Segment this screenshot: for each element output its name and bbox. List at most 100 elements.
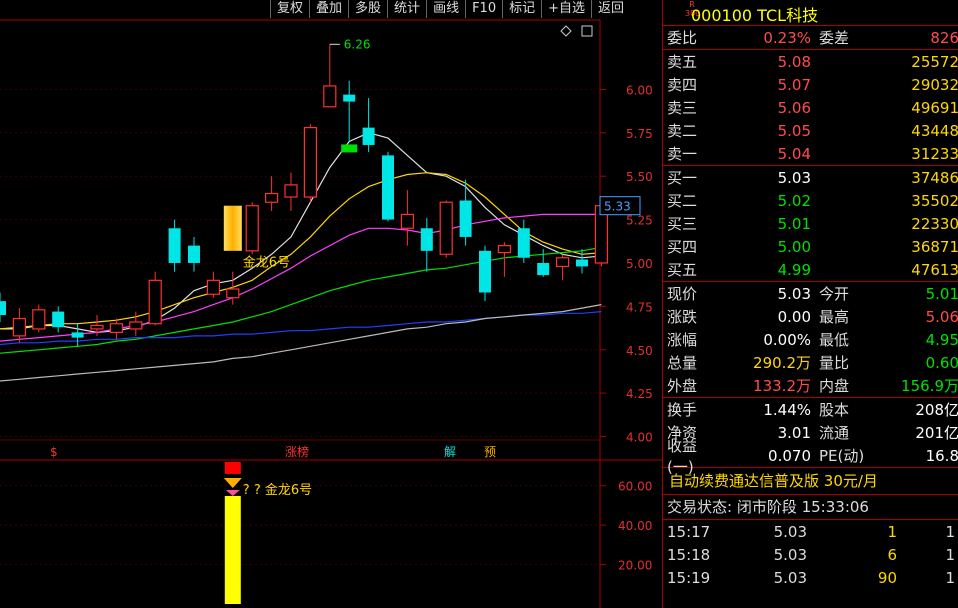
stats1-label2: 最高: [819, 308, 850, 326]
sell-price: 5.06: [777, 98, 811, 117]
stats1-row: 总量 290.2万 量比 0.60: [663, 351, 958, 374]
toolbar-button-2[interactable]: 多股: [348, 0, 387, 18]
stats1-label: 涨幅: [667, 331, 698, 349]
stats1-value2: 0.60: [925, 353, 958, 372]
committee-row: 委比 0.23% 委差 826: [663, 26, 958, 50]
candle-body: [90, 324, 104, 330]
candle-body: [459, 200, 472, 237]
square-icon: [581, 25, 593, 37]
price-tick-label: 5.00: [626, 257, 653, 271]
stats2-value: 1.44%: [763, 400, 811, 419]
candle-body: [206, 279, 220, 295]
sell-label: 卖二: [667, 122, 698, 140]
price-tick-label: 5.25: [626, 214, 653, 228]
stats1-label: 现价: [667, 285, 698, 303]
toolbar-button-0[interactable]: 复权: [270, 0, 309, 18]
stats2-label: 换手: [667, 401, 698, 419]
buy-row: 买三 5.01 22330: [663, 212, 958, 235]
buy-row: 买四 5.00 36871: [663, 235, 958, 258]
price-tick-label: 4.50: [626, 344, 653, 358]
candle-body: [537, 262, 550, 276]
tick-count: 1: [945, 545, 955, 564]
buy-price: 5.02: [777, 191, 811, 210]
stats1-row: 涨幅 0.00% 最低 4.95: [663, 328, 958, 351]
toolbar-button-4[interactable]: 画线: [426, 0, 465, 18]
sell-price: 5.07: [777, 75, 811, 94]
sell-label: 卖四: [667, 76, 698, 94]
candle-body: [400, 213, 414, 229]
kline-chart[interactable]: 6.00 5.75 5.50 5.25 5.00 4.75 4.50 4.25 4.00 60.0…: [0, 0, 662, 608]
candle-body: [109, 323, 124, 333]
candle-body: [497, 245, 511, 254]
buy-volume: 36871: [911, 237, 958, 256]
candle-body: [71, 332, 84, 338]
toolbar-button-8[interactable]: 返回: [591, 0, 630, 18]
sell-row: 卖二 5.05 43448: [663, 119, 958, 142]
sell-volume: 29032: [911, 75, 958, 94]
toolbar-button-3[interactable]: 统计: [387, 0, 426, 18]
sell-volume: 31233: [911, 144, 958, 163]
kline-chart-area[interactable]: 6.00 5.75 5.50 5.25 5.00 4.75 4.50 4.25 4.00 60.0…: [0, 0, 662, 608]
sell-row: 卖三 5.06 49691: [663, 96, 958, 119]
buy-volume: 35502: [911, 191, 958, 210]
toolbar-button-5[interactable]: F10: [465, 0, 502, 18]
tick-time: 15:17: [667, 522, 711, 541]
candle-body: [343, 94, 356, 102]
stats2-value: 3.01: [777, 423, 811, 442]
stats1-label: 涨跌: [667, 308, 698, 326]
candle-body: [576, 259, 588, 267]
committee-value: 0.23%: [763, 28, 811, 47]
ma-line-yellow: [0, 172, 602, 330]
stats2-value2: 16.8: [925, 446, 958, 465]
tick-volume: 90: [877, 568, 897, 587]
candle-body: [226, 288, 240, 299]
quote-stats: 现价 5.03 今开 5.01 涨跌 0.00 最高 5.06 涨幅 0.00% 最低 4.95 总量 2…: [663, 282, 958, 398]
stats1-value2: 156.9万: [901, 377, 958, 395]
signal-green-box: [341, 144, 358, 153]
stock-header: R 300 000100 TCL科技: [663, 0, 958, 26]
sell-label: 卖三: [667, 99, 698, 117]
indicator-tick-label: 20.00: [618, 559, 652, 573]
event-marker-3: 预: [484, 445, 496, 459]
buy-price: 4.99: [777, 260, 811, 279]
buy-volume: 37486: [911, 168, 958, 187]
indicator-label: ? ? 金龙6号: [243, 482, 312, 498]
candle-body: [284, 184, 298, 198]
sell-price: 5.08: [777, 52, 811, 71]
price-tick-label: 4.00: [626, 431, 653, 445]
candle-body: [323, 85, 337, 108]
toolbar-button-6[interactable]: 标记: [502, 0, 541, 18]
candle-body: [32, 309, 46, 330]
event-marker-2: 解: [444, 445, 456, 459]
toolbar-button-1[interactable]: 叠加: [309, 0, 348, 18]
stats1-row: 现价 5.03 今开 5.01: [663, 282, 958, 305]
stats1-label2: 今开: [819, 285, 850, 303]
stats1-value: 0.00%: [763, 330, 811, 349]
stats1-row: 外盘 133.2万 内盘 156.9万: [663, 374, 958, 397]
buy-label: 买五: [667, 261, 698, 279]
price-tick-label: 5.75: [626, 127, 653, 141]
tick-row: 15:17 5.03 1 1: [663, 520, 958, 543]
stats1-row: 涨跌 0.00 最高 5.06: [663, 305, 958, 328]
stats1-label2: 最低: [819, 331, 850, 349]
toolbar-button-7[interactable]: +自选: [541, 0, 591, 18]
tick-volume: 1: [887, 522, 897, 541]
buy-price: 5.03: [777, 168, 811, 187]
stats1-label: 总量: [667, 354, 698, 372]
candle-body: [52, 311, 65, 328]
indicator-red-cap: [224, 461, 241, 474]
price-tick-label: 4.25: [626, 387, 653, 401]
stats2-label2: PE(动): [819, 447, 865, 465]
candle-body: [168, 228, 181, 263]
buy-label: 买三: [667, 215, 698, 233]
candle-body: [188, 245, 200, 263]
stats2-row: 换手 1.44% 股本 208亿: [663, 398, 958, 421]
buy-volume: 47613: [911, 260, 958, 279]
sell-label: 卖五: [667, 53, 698, 71]
buy-volume: 22330: [911, 214, 958, 233]
subscription-ad[interactable]: 自动续费通达信普及版 30元/月: [663, 468, 958, 495]
stats1-label: 外盘: [667, 377, 698, 395]
heart-icon: [225, 489, 240, 496]
stock-title: 000100 TCL科技: [691, 6, 819, 25]
candle-body: [12, 317, 26, 337]
